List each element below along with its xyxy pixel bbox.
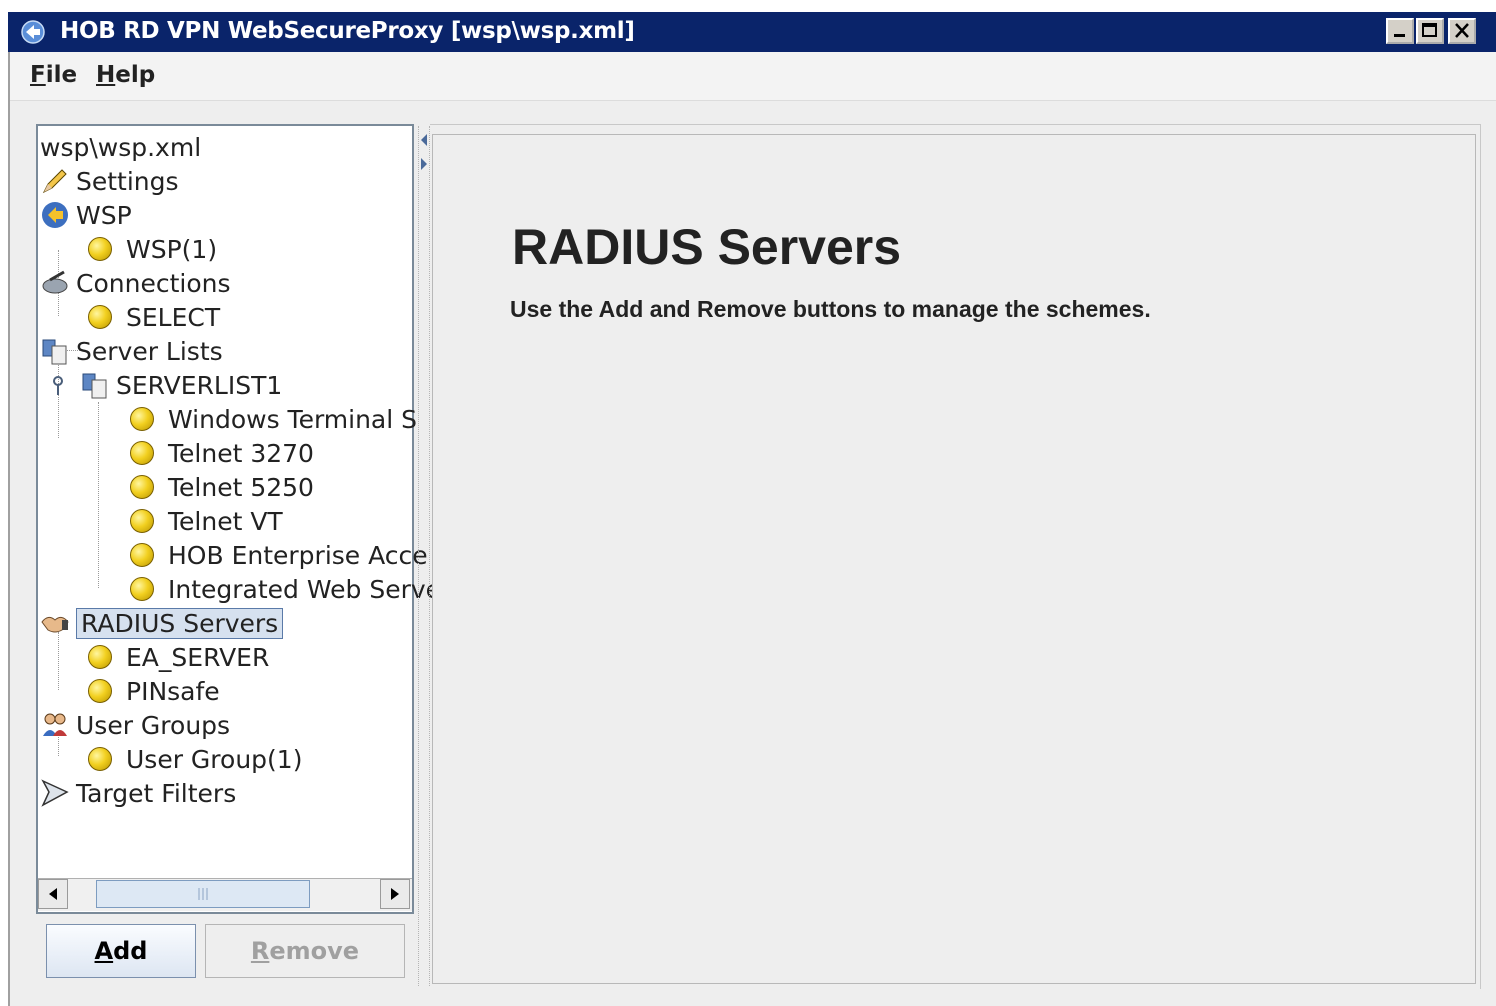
split-pane-divider[interactable] xyxy=(418,126,430,986)
yellow-bulb-icon xyxy=(130,407,154,431)
radius-handshake-icon xyxy=(41,616,69,633)
yellow-bulb-icon xyxy=(130,577,154,601)
tree-node-label: Windows Terminal S xyxy=(168,404,418,434)
tree-node-label: User Group(1) xyxy=(126,744,303,774)
yellow-bulb-icon xyxy=(130,475,154,499)
tree-node-label: Server Lists xyxy=(76,336,223,366)
configuration-tree[interactable]: wsp\wsp.xml Settings WSP WSP(1) Connecti… xyxy=(36,124,441,914)
tree-node-radius-servers[interactable]: RADIUS Servers xyxy=(40,606,284,640)
maximize-icon xyxy=(1422,23,1437,37)
remove-button-mnemonic: R xyxy=(250,937,270,965)
close-button[interactable] xyxy=(1448,18,1476,44)
menu-bar: File Help xyxy=(10,52,1496,101)
tree-node-label: Telnet 3270 xyxy=(168,438,314,468)
tree-node-settings[interactable]: Settings xyxy=(40,164,179,198)
server-list-icon xyxy=(82,373,107,399)
tree-node-label: Connections xyxy=(76,268,231,298)
arrow-right-icon xyxy=(391,888,399,900)
tree-node-user-groups[interactable]: User Groups xyxy=(40,708,230,742)
minimize-icon xyxy=(1394,34,1405,37)
tree-node-select[interactable]: SELECT xyxy=(88,300,220,334)
tree-node-label: PINsafe xyxy=(126,676,220,706)
yellow-bulb-icon xyxy=(130,543,154,567)
collapse-arrows-icon[interactable] xyxy=(419,130,429,174)
add-button-mnemonic: A xyxy=(94,937,114,965)
user-groups-icon xyxy=(43,713,67,736)
menu-help-mnemonic: H xyxy=(96,62,116,88)
tree-node-ea-server[interactable]: EA_SERVER xyxy=(88,640,269,674)
tree-horizontal-scrollbar[interactable] xyxy=(38,878,412,911)
scroll-right-button[interactable] xyxy=(380,879,410,909)
tree-node-label: HOB Enterprise Acce xyxy=(168,540,428,570)
wsp-globe-icon xyxy=(42,202,68,228)
server-list-icon xyxy=(42,339,67,365)
tree-node-label: Telnet 5250 xyxy=(168,472,314,502)
tree-root-label: wsp\wsp.xml xyxy=(40,132,202,162)
tree-node-target-filters[interactable]: Target Filters xyxy=(40,776,236,810)
tree-node-wsp-1[interactable]: WSP(1) xyxy=(88,232,217,266)
tree-node-telnet-5250[interactable]: Telnet 5250 xyxy=(130,470,314,504)
tree-node-integrated-web-server[interactable]: Integrated Web Serve xyxy=(130,572,441,606)
tree-node-label: SERVERLIST1 xyxy=(116,370,283,400)
menu-file[interactable]: File xyxy=(30,62,77,88)
pencil-icon xyxy=(42,169,67,194)
minimize-button[interactable] xyxy=(1386,18,1414,44)
window-title: HOB RD VPN WebSecureProxy [wsp\wsp.xml] xyxy=(60,18,635,44)
scroll-left-button[interactable] xyxy=(38,879,68,909)
tree-node-label: SELECT xyxy=(126,302,221,332)
tree-node-connections[interactable]: Connections xyxy=(40,266,230,300)
add-button-label: dd xyxy=(113,937,148,965)
tree-node-label: Telnet VT xyxy=(168,506,283,536)
tree-node-label: Integrated Web Serve xyxy=(168,574,442,604)
tree-node-serverlist1[interactable]: SERVERLIST1 xyxy=(50,368,282,402)
grip-icon xyxy=(198,888,208,900)
scrollbar-thumb[interactable] xyxy=(96,880,310,908)
tree-root[interactable]: wsp\wsp.xml xyxy=(40,130,201,164)
menu-file-mnemonic: F xyxy=(30,62,46,88)
page-title: RADIUS Servers xyxy=(512,219,902,275)
tree-node-label: RADIUS Servers xyxy=(76,607,284,639)
tree-node-label: EA_SERVER xyxy=(126,642,270,672)
target-filter-icon xyxy=(41,779,69,807)
tree-node-label: Settings xyxy=(76,166,179,196)
menu-file-label: ile xyxy=(45,62,78,88)
close-icon xyxy=(1455,23,1469,38)
app-globe-icon xyxy=(21,20,45,44)
maximize-button[interactable] xyxy=(1416,18,1444,44)
yellow-bulb-icon xyxy=(88,645,112,669)
tree-node-windows-terminal[interactable]: Windows Terminal S xyxy=(130,402,417,436)
yellow-bulb-icon xyxy=(88,237,112,261)
yellow-bulb-icon xyxy=(88,747,112,771)
tree-node-telnet-vt[interactable]: Telnet VT xyxy=(130,504,283,538)
add-button[interactable]: Add xyxy=(46,924,196,978)
yellow-bulb-icon xyxy=(130,441,154,465)
connections-icon xyxy=(42,270,68,294)
tree-node-hob-enterprise[interactable]: HOB Enterprise Acce xyxy=(130,538,428,572)
yellow-bulb-icon xyxy=(130,509,154,533)
tree-node-label: Target Filters xyxy=(76,778,237,808)
remove-button[interactable]: Remove xyxy=(205,924,405,978)
tree-node-server-lists[interactable]: Server Lists xyxy=(40,334,223,368)
tree-node-label: WSP(1) xyxy=(126,234,218,264)
yellow-bulb-icon xyxy=(88,679,112,703)
tree-node-label: User Groups xyxy=(76,710,231,740)
arrow-left-icon xyxy=(49,888,57,900)
menu-help-label: elp xyxy=(115,62,156,88)
remove-button-label: emove xyxy=(269,937,360,965)
tree-node-user-group-1[interactable]: User Group(1) xyxy=(88,742,302,776)
tree-expand-handle-icon[interactable] xyxy=(50,375,66,395)
tree-node-wsp[interactable]: WSP xyxy=(40,198,132,232)
menu-help[interactable]: Help xyxy=(96,62,155,88)
tree-node-pinsafe[interactable]: PINsafe xyxy=(88,674,220,708)
page-description: Use the Add and Remove buttons to manage… xyxy=(510,296,1151,322)
yellow-bulb-icon xyxy=(88,305,112,329)
tree-node-label: WSP xyxy=(76,200,132,230)
tree-node-telnet-3270[interactable]: Telnet 3270 xyxy=(130,436,314,470)
title-bar[interactable]: HOB RD VPN WebSecureProxy [wsp\wsp.xml] xyxy=(8,12,1496,52)
